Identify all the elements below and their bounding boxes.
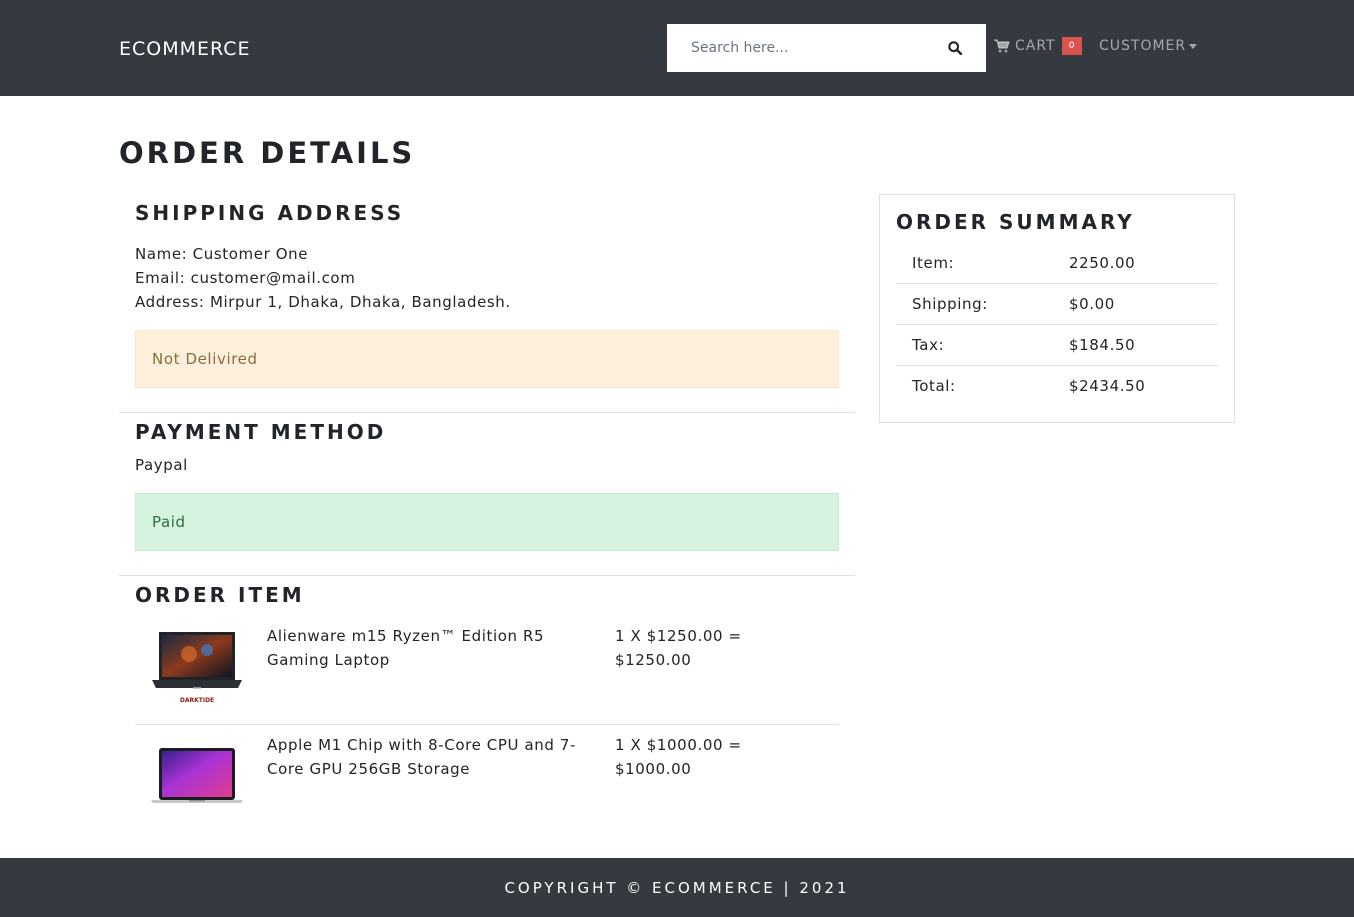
copyright-text: COPYRIGHT © ECOMMERCE | 2021 — [504, 878, 850, 897]
darktide-caption: DARKTIDE — [180, 697, 214, 704]
order-item-price: 1 X $1250.00 = $1250.00 — [615, 627, 742, 669]
summary-label: Tax: — [912, 336, 945, 354]
summary-label: Shipping: — [912, 295, 988, 313]
section-divider — [119, 575, 855, 576]
delivery-status-text: Not Delivired — [152, 350, 258, 368]
delivery-status-alert: Not Delivired — [135, 330, 839, 388]
chevron-down-icon — [1189, 43, 1198, 49]
gaming-laptop-image: DARKTIDE — [152, 632, 242, 704]
product-image — [149, 740, 245, 812]
payment-status-text: Paid — [152, 513, 186, 531]
summary-value: 2250.00 — [1069, 254, 1136, 272]
summary-row-total: Total: $2434.50 — [896, 366, 1218, 407]
section-divider — [119, 412, 855, 413]
order-item-heading: ORDER ITEM — [135, 583, 305, 607]
cart-count-badge: 0 — [1061, 37, 1082, 55]
brand-logo[interactable]: ECOMMERCE — [119, 36, 251, 62]
summary-value: $2434.50 — [1069, 377, 1146, 395]
footer: COPYRIGHT © ECOMMERCE | 2021 — [0, 858, 1354, 917]
payment-status-alert: Paid — [135, 493, 839, 551]
summary-value: $0.00 — [1069, 295, 1115, 313]
summary-row-item: Item: 2250.00 — [896, 243, 1218, 284]
customer-dropdown[interactable]: CUSTOMER — [1099, 36, 1198, 56]
summary-row-tax: Tax: $184.50 — [896, 325, 1218, 366]
payment-method-value: Paypal — [135, 456, 188, 474]
shipping-address: Address: Mirpur 1, Dhaka, Dhaka, Banglad… — [135, 293, 511, 311]
cart-link[interactable]: CART 0 — [994, 36, 1082, 56]
macbook-image — [151, 748, 243, 803]
order-item-price: 1 X $1000.00 = $1000.00 — [615, 736, 742, 778]
summary-label: Item: — [912, 254, 955, 272]
order-summary-heading: ORDER SUMMARY — [896, 210, 1135, 234]
order-item-name[interactable]: Apple M1 Chip with 8-Core CPU and 7-Core… — [267, 733, 597, 781]
summary-label: Total: — [912, 377, 956, 395]
payment-method-heading: PAYMENT METHOD — [135, 420, 387, 444]
search-input[interactable] — [667, 24, 924, 72]
shipping-name: Name: Customer One — [135, 245, 309, 263]
search-icon — [948, 41, 962, 55]
search-button[interactable] — [924, 24, 986, 72]
order-summary-card: ORDER SUMMARY Item: 2250.00 Shipping: $0… — [879, 194, 1235, 423]
summary-row-shipping: Shipping: $0.00 — [896, 284, 1218, 325]
shipping-email: Email: customer@mail.com — [135, 269, 356, 287]
navbar: ECOMMERCE CART 0 CUSTOMER — [0, 0, 1354, 96]
item-row-divider — [135, 724, 839, 725]
order-item-name[interactable]: Alienware m15 Ryzen™ Edition R5 Gaming L… — [267, 624, 597, 672]
cart-label: CART — [1015, 38, 1056, 54]
summary-value: $184.50 — [1069, 336, 1136, 354]
customer-label: CUSTOMER — [1099, 38, 1187, 54]
shopping-cart-icon — [994, 39, 1010, 53]
shipping-address-heading: SHIPPING ADDRESS — [135, 201, 405, 225]
page-title: ORDER DETAILS — [119, 136, 416, 170]
product-image: DARKTIDE — [149, 628, 245, 704]
